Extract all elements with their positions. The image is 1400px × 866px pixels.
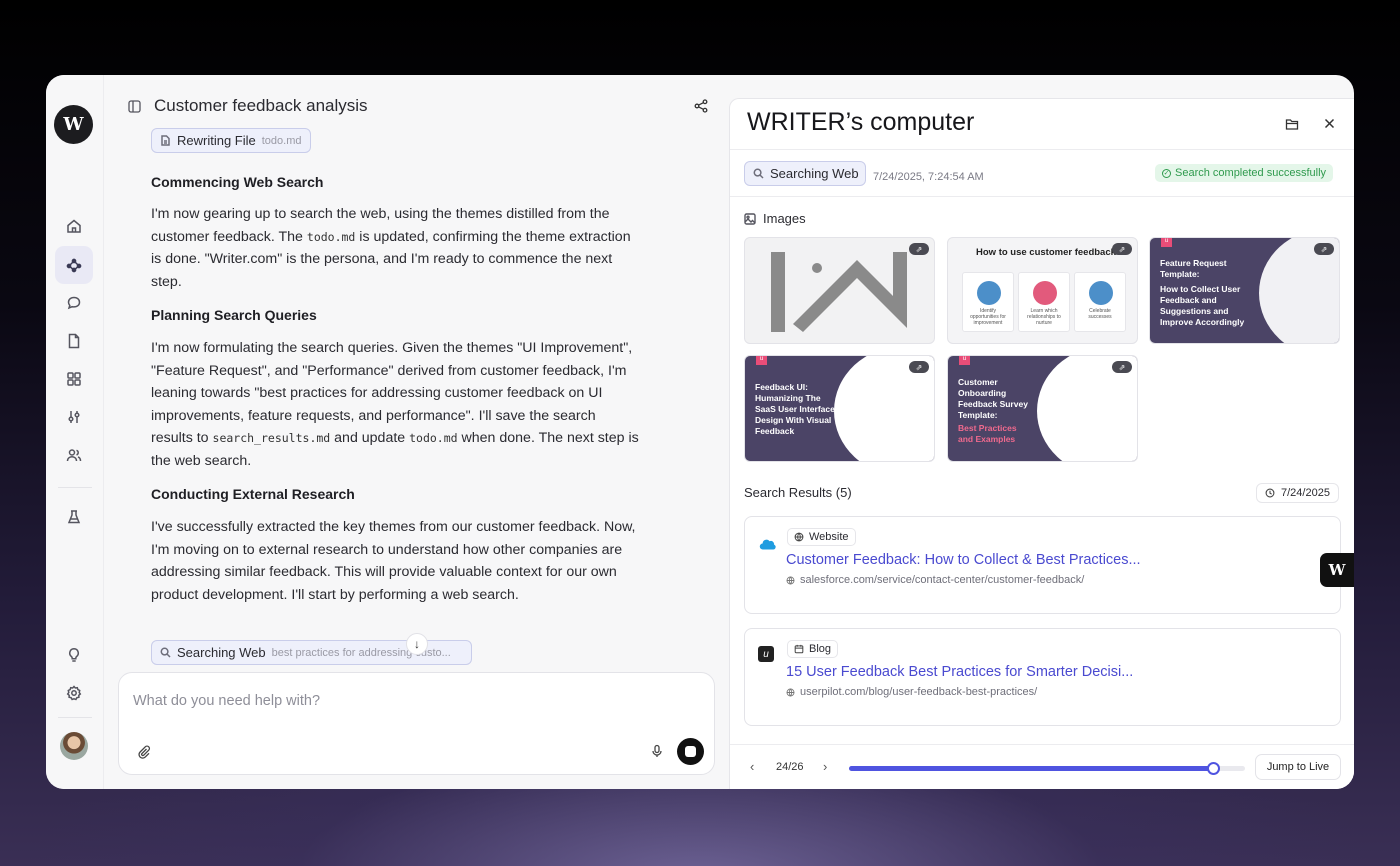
search-result-card[interactable]: u Blog 15 User Feedback Best Practices f… bbox=[744, 628, 1341, 726]
image-placeholder-icon bbox=[771, 252, 907, 332]
close-icon[interactable] bbox=[1323, 117, 1336, 130]
section-heading: Commencing Web Search bbox=[151, 174, 324, 190]
globe-icon bbox=[786, 688, 795, 696]
flask-icon[interactable] bbox=[55, 498, 93, 536]
section-paragraph: I've successfully extracted the key them… bbox=[151, 519, 636, 603]
panel-title: WRITER’s computer bbox=[747, 108, 975, 136]
users-icon[interactable] bbox=[55, 436, 93, 474]
chip-label: Rewriting File bbox=[177, 133, 256, 148]
info-card: Celebrate successes bbox=[1074, 272, 1126, 332]
stop-button[interactable] bbox=[677, 738, 704, 765]
home-icon[interactable] bbox=[55, 207, 93, 245]
nodes-icon[interactable] bbox=[55, 246, 93, 284]
sidebar-divider bbox=[58, 487, 92, 488]
chat-bubble-icon[interactable] bbox=[55, 284, 93, 322]
chevron-left-icon[interactable]: ‹ bbox=[750, 759, 754, 774]
page-title: Customer feedback analysis bbox=[154, 96, 368, 115]
playback-bar: ‹ 24/26 › Jump to Live bbox=[730, 744, 1354, 789]
info-card: Identify opportunities for improvement bbox=[962, 272, 1014, 332]
step-counter: 24/26 bbox=[776, 761, 804, 773]
result-url: salesforce.com/service/contact-center/cu… bbox=[786, 574, 1084, 586]
clock-icon bbox=[1265, 488, 1275, 498]
folder-icon[interactable] bbox=[1285, 117, 1299, 131]
status-badge: ✓ Search completed successfully bbox=[1155, 164, 1334, 182]
chip-label: Searching Web bbox=[770, 166, 859, 181]
share-icon[interactable] bbox=[694, 99, 708, 113]
results-date-chip: 7/24/2025 bbox=[1256, 483, 1339, 503]
document-icon[interactable] bbox=[55, 322, 93, 360]
sidebar-divider bbox=[58, 717, 92, 718]
brand-mark: u bbox=[959, 356, 970, 365]
result-title-link[interactable]: Customer Feedback: How to Collect & Best… bbox=[786, 552, 1141, 568]
divider bbox=[730, 149, 1354, 150]
result-type-badge: Website bbox=[787, 528, 856, 546]
gear-icon[interactable] bbox=[55, 674, 93, 712]
composer[interactable]: What do you need help with? bbox=[118, 672, 715, 775]
grid-icon[interactable] bbox=[55, 360, 93, 398]
chat-pane: Customer feedback analysis Rewriting Fil… bbox=[104, 75, 729, 789]
divider bbox=[730, 196, 1354, 197]
external-link-icon[interactable]: ⇗ bbox=[1112, 361, 1132, 373]
writer-logo[interactable]: W bbox=[54, 105, 93, 144]
message-input[interactable]: What do you need help with? bbox=[133, 693, 320, 709]
external-link-icon[interactable]: ⇗ bbox=[909, 361, 929, 373]
userpilot-logo-icon: u bbox=[758, 646, 774, 662]
lightbulb-icon[interactable] bbox=[55, 636, 93, 674]
microphone-icon[interactable] bbox=[650, 744, 664, 758]
arrow-down-icon: ↓ bbox=[414, 637, 420, 651]
image-thumbnail[interactable]: u Feature Request Template: How to Colle… bbox=[1149, 237, 1340, 344]
timestamp: 7/24/2025, 7:24:54 AM bbox=[873, 171, 984, 183]
check-circle-icon: ✓ bbox=[1162, 168, 1171, 178]
timeline-progress bbox=[849, 766, 1214, 771]
sliders-icon[interactable] bbox=[55, 398, 93, 436]
user-avatar[interactable] bbox=[60, 732, 88, 760]
action-chip[interactable]: Searching Web bbox=[744, 161, 866, 186]
file-icon bbox=[161, 135, 170, 146]
scroll-down-button[interactable]: ↓ bbox=[406, 633, 428, 655]
section-paragraph: I'm now formulating the search queries. … bbox=[151, 340, 639, 469]
image-icon bbox=[744, 212, 756, 225]
external-link-icon[interactable]: ⇗ bbox=[1314, 243, 1334, 255]
chevron-right-icon[interactable]: › bbox=[823, 759, 827, 774]
image-thumbnail[interactable]: u Feedback UI: Humanizing The SaaS User … bbox=[744, 355, 935, 462]
image-thumbnail[interactable]: ⇗ bbox=[744, 237, 935, 344]
sidebar-toggle-icon[interactable] bbox=[128, 100, 141, 113]
paperclip-icon[interactable] bbox=[137, 745, 151, 759]
results-heading: Search Results (5) bbox=[744, 485, 852, 500]
result-title-link[interactable]: 15 User Feedback Best Practices for Smar… bbox=[786, 664, 1133, 680]
brand-mark: u bbox=[756, 356, 767, 365]
sidebar: W bbox=[46, 75, 104, 789]
image-thumbnail[interactable]: How to use customer feedback Identify op… bbox=[947, 237, 1138, 344]
salesforce-cloud-icon bbox=[759, 539, 776, 550]
chip-label: Searching Web bbox=[177, 645, 266, 660]
chip-sub: todo.md bbox=[261, 134, 302, 147]
images-section-label: Images bbox=[744, 211, 806, 226]
result-url: userpilot.com/blog/user-feedback-best-pr… bbox=[786, 686, 1037, 698]
rewriting-file-chip[interactable]: Rewriting File todo.md bbox=[151, 128, 311, 153]
result-type-badge: Blog bbox=[787, 640, 839, 658]
globe-icon bbox=[794, 532, 804, 542]
timeline-handle[interactable] bbox=[1207, 762, 1221, 775]
floating-writer-button[interactable]: W bbox=[1320, 553, 1354, 587]
search-icon bbox=[160, 647, 171, 658]
section-paragraph: I'm now gearing up to search the web, us… bbox=[151, 206, 631, 290]
timeline-slider[interactable] bbox=[849, 762, 1245, 775]
image-thumbnail[interactable]: u Customer Onboarding Feedback Survey Te… bbox=[947, 355, 1138, 462]
search-result-card[interactable]: Website Customer Feedback: How to Collec… bbox=[744, 516, 1341, 614]
search-icon bbox=[753, 168, 764, 179]
calendar-icon bbox=[794, 644, 804, 654]
info-card: Learn which relationships to nurture bbox=[1018, 272, 1070, 332]
app-window: W Customer feedback analysis Rewriting F… bbox=[46, 75, 1354, 789]
stop-icon bbox=[685, 746, 696, 757]
section-heading: Planning Search Queries bbox=[151, 307, 317, 323]
computer-panel: WRITER’s computer Searching Web 7/24/202… bbox=[729, 98, 1354, 789]
jump-to-live-button[interactable]: Jump to Live bbox=[1255, 754, 1341, 780]
globe-icon bbox=[786, 576, 795, 584]
section-heading: Conducting External Research bbox=[151, 486, 355, 502]
external-link-icon[interactable]: ⇗ bbox=[1112, 243, 1132, 255]
brand-mark: u bbox=[1161, 238, 1172, 247]
external-link-icon[interactable]: ⇗ bbox=[909, 243, 929, 255]
